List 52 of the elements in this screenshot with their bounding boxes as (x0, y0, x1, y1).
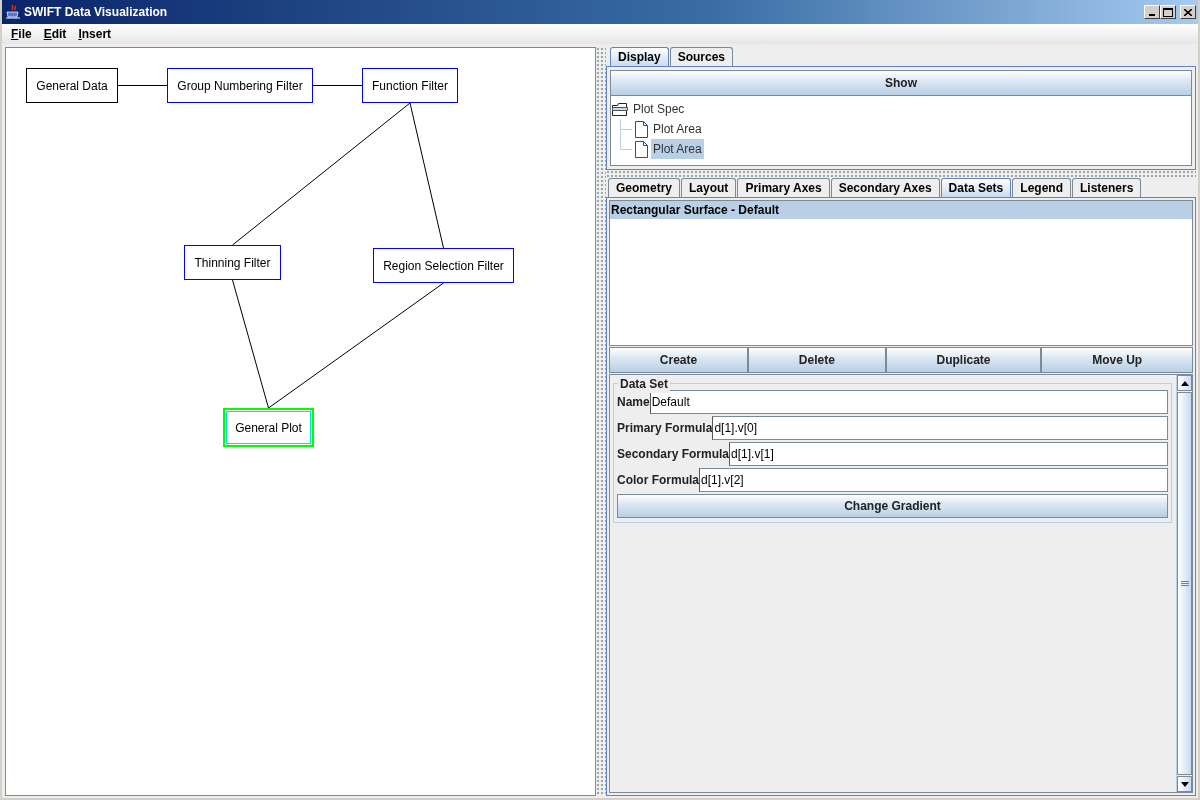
diagram-node[interactable]: Region Selection Filter (373, 248, 514, 283)
tab[interactable]: Layout (681, 178, 737, 197)
minimize-button[interactable] (1144, 5, 1160, 19)
field-label: Color Formula (617, 472, 699, 489)
tree-node[interactable]: Plot Spec (631, 99, 687, 119)
connector-line (117, 85, 168, 86)
field-label: Primary Formula (617, 420, 713, 437)
tab[interactable]: Sources (669, 47, 734, 66)
menu-item[interactable]: Insert (73, 25, 117, 43)
menu-item[interactable]: File (6, 25, 37, 43)
diagram-node[interactable]: General Data (26, 68, 118, 103)
diagram-node[interactable]: Thinning Filter (184, 245, 281, 280)
tab[interactable]: Geometry (608, 178, 681, 197)
text-field[interactable]: d[1].v[0] (712, 416, 1168, 440)
close-button[interactable] (1180, 5, 1196, 19)
window-title: SWIFT Data Visualization (24, 4, 168, 21)
grip-icon (1180, 580, 1189, 587)
list-item[interactable]: Rectangular Surface - Default (610, 201, 1192, 219)
field-label: Name (617, 394, 650, 411)
text-field[interactable]: d[1].v[2] (699, 468, 1168, 492)
list-action-button[interactable]: Create (609, 347, 748, 373)
tab[interactable]: Listeners (1071, 178, 1142, 197)
tab[interactable]: Secondary Axes (830, 178, 940, 197)
tab[interactable]: Display (610, 47, 669, 66)
text-field[interactable]: d[1].v[1] (729, 442, 1168, 466)
menu-item[interactable]: Edit (38, 25, 72, 43)
scroll-up-button[interactable] (1177, 375, 1192, 391)
field-label: Secondary Formula (617, 446, 730, 463)
app-icon (6, 4, 20, 20)
list-action-button[interactable]: Delete (748, 347, 886, 373)
tab[interactable]: Data Sets (940, 178, 1012, 197)
list-action-button[interactable]: Move Up (1041, 347, 1193, 373)
text-field[interactable]: Default (649, 390, 1168, 414)
diagram-node[interactable]: Function Filter (362, 68, 458, 103)
tree-node[interactable]: Plot Area (651, 139, 704, 159)
close-icon (1184, 8, 1192, 16)
list-action-button[interactable]: Duplicate (885, 347, 1042, 373)
change-gradient-button[interactable]: Change Gradient (617, 494, 1168, 518)
document-icon (635, 120, 648, 138)
diagram-node[interactable]: General Plot (223, 408, 314, 447)
diagram-node[interactable]: Group Numbering Filter (167, 68, 313, 103)
tree-node[interactable]: Plot Area (651, 119, 704, 139)
show-button[interactable]: Show (610, 70, 1192, 96)
down-arrow-icon (1180, 781, 1189, 787)
tab[interactable]: Primary Axes (737, 178, 830, 197)
document-icon (635, 140, 648, 158)
up-arrow-icon (1180, 380, 1189, 386)
maximize-icon (1163, 7, 1173, 17)
maximize-button[interactable] (1160, 5, 1176, 19)
tab[interactable]: Legend (1012, 178, 1071, 197)
connector-line (312, 85, 363, 86)
scroll-down-button[interactable] (1177, 776, 1192, 792)
